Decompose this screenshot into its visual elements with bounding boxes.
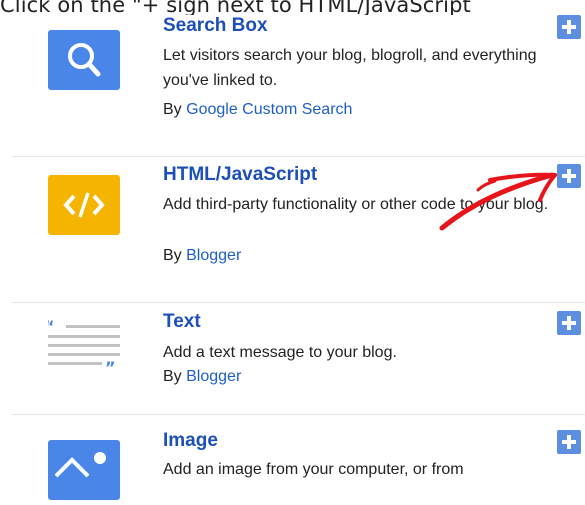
gadget-title-text[interactable]: Text <box>163 311 201 333</box>
gadget-description: Add a text message to your blog. <box>163 344 397 361</box>
gadget-byline: By Blogger <box>163 247 241 265</box>
code-icon <box>48 175 120 235</box>
gadget-byline: By Blogger <box>163 368 241 386</box>
svg-text:“: “ <box>48 320 55 336</box>
search-icon <box>48 30 120 90</box>
gadget-title-search-box[interactable]: Search Box <box>163 15 268 37</box>
divider <box>12 156 585 157</box>
add-gadget-button[interactable] <box>557 430 581 454</box>
gadget-title-html-javascript[interactable]: HTML/JavaScript <box>163 164 317 186</box>
image-icon <box>48 440 120 500</box>
divider <box>12 302 585 303</box>
gadget-byline: By Google Custom Search <box>163 101 352 119</box>
plus-icon <box>562 169 576 183</box>
gadget-description: Add third-party functionality or other c… <box>163 196 549 213</box>
text-lines-icon: “ ” <box>44 317 120 380</box>
add-gadget-button[interactable] <box>557 164 581 188</box>
instruction-caption: Click on the "+ sign next to HTML/JavaSc… <box>0 0 471 15</box>
plus-icon <box>562 435 576 449</box>
divider <box>12 414 585 415</box>
add-gadget-button[interactable] <box>557 311 581 335</box>
plus-icon <box>562 20 576 34</box>
byline-prefix: By <box>163 101 182 118</box>
author-link[interactable]: Blogger <box>186 368 241 385</box>
svg-text:”: ” <box>105 358 116 377</box>
gadget-title-image[interactable]: Image <box>163 430 218 452</box>
byline-prefix: By <box>163 247 182 264</box>
add-gadget-button[interactable] <box>557 15 581 39</box>
author-link[interactable]: Blogger <box>186 247 241 264</box>
plus-icon <box>562 316 576 330</box>
gadget-description: Let visitors search your blog, blogroll,… <box>163 47 537 89</box>
byline-prefix: By <box>163 368 182 385</box>
author-link[interactable]: Google Custom Search <box>186 101 352 118</box>
